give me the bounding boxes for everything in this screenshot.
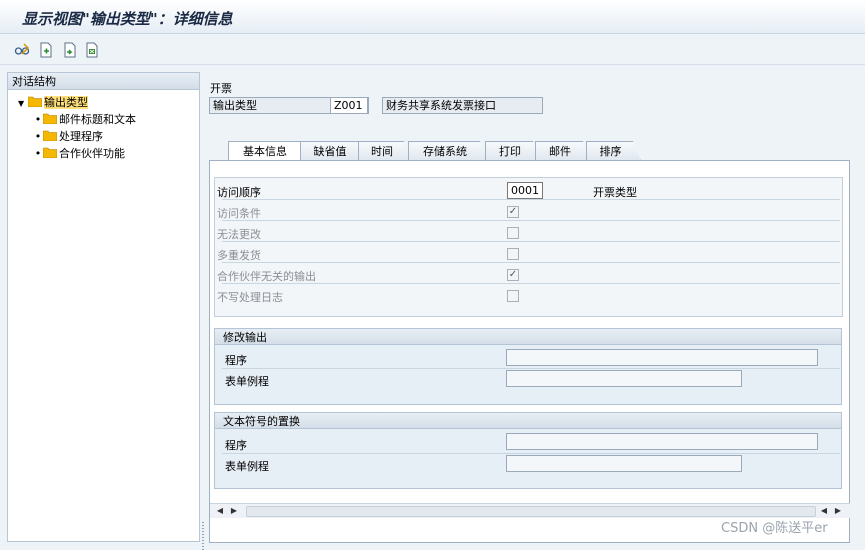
replace-program-field[interactable] <box>506 433 818 450</box>
glasses-toggle-icon[interactable] <box>14 42 30 58</box>
tab-storage-system[interactable]: 存储系统 <box>408 141 488 161</box>
watermark: CSDN @陈送平er <box>721 521 828 536</box>
horizontal-scrollbar[interactable]: ◀ ▶ ◀ ▶ <box>210 503 850 518</box>
access-condition-label: 访问条件 <box>217 207 261 220</box>
new-entries-icon[interactable] <box>38 42 54 58</box>
tree-item-label: 邮件标题和文本 <box>59 113 136 126</box>
folder-icon <box>43 130 57 141</box>
copy-icon[interactable] <box>62 42 78 58</box>
multiple-issuing-checkbox[interactable] <box>507 248 519 260</box>
expand-triangle-icon[interactable]: ▼ <box>18 96 28 112</box>
no-processing-log-label: 不写处理日志 <box>217 291 283 304</box>
pane-splitter[interactable] <box>201 72 206 550</box>
modify-form-routine-field[interactable] <box>506 370 742 387</box>
access-sequence-field[interactable]: 0001 <box>507 182 543 199</box>
modify-output-group-header: 修改输出 <box>214 328 842 345</box>
output-type-description: 财务共享系统发票接口 <box>382 97 543 114</box>
modify-program-field[interactable] <box>506 349 818 366</box>
cannot-change-label: 无法更改 <box>217 228 261 241</box>
access-condition-checkbox[interactable]: ✓ <box>507 206 519 218</box>
scroll-right-first-icon[interactable]: ◀ <box>818 505 830 517</box>
tree-item-output-type[interactable]: ▼ 输出类型 <box>18 95 88 111</box>
modify-program-label: 程序 <box>225 354 247 367</box>
multiple-issuing-label: 多重发货 <box>217 249 261 262</box>
output-type-label: 输出类型 <box>213 99 257 112</box>
partner-independent-output-checkbox[interactable]: ✓ <box>507 269 519 281</box>
application-toolbar <box>0 35 865 65</box>
tab-print[interactable]: 打印 <box>485 141 541 161</box>
tree-item-mail-title[interactable]: • 邮件标题和文本 <box>33 112 136 128</box>
no-processing-log-checkbox[interactable] <box>507 290 519 302</box>
folder-open-icon <box>28 96 42 107</box>
scrollbar-thumb[interactable] <box>246 506 816 517</box>
tab-mail[interactable]: 邮件 <box>535 141 591 161</box>
tree-item-processing-routines[interactable]: • 处理程序 <box>33 129 103 145</box>
tree-item-label: 合作伙伴功能 <box>59 147 125 160</box>
window-title: 显示视图"输出类型"：详细信息 <box>22 10 233 28</box>
tab-time[interactable]: 时间 <box>358 141 412 161</box>
scroll-right-icon[interactable]: ▶ <box>832 505 844 517</box>
partner-independent-output-label: 合作伙伴无关的输出 <box>217 270 316 283</box>
replace-form-routine-label: 表单例程 <box>225 460 269 473</box>
access-sequence-label: 访问顺序 <box>217 186 261 199</box>
tree-item-label: 输出类型 <box>44 96 88 109</box>
cannot-change-checkbox[interactable] <box>507 227 519 239</box>
modify-form-routine-label: 表单例程 <box>225 375 269 388</box>
scroll-left-first-icon[interactable]: ◀ <box>214 505 226 517</box>
title-bar: 显示视图"输出类型"：详细信息 <box>0 0 865 34</box>
folder-icon <box>43 147 57 158</box>
delete-icon[interactable] <box>84 42 100 58</box>
output-type-field[interactable]: Z001 <box>330 97 368 114</box>
access-sequence-description: 开票类型 <box>593 186 637 199</box>
text-replace-group-header: 文本符号的置换 <box>214 412 842 429</box>
dialog-structure-header: 对话结构 <box>8 73 199 90</box>
replace-form-routine-field[interactable] <box>506 455 742 472</box>
tab-sort[interactable]: 排序 <box>586 141 641 161</box>
tab-default-values[interactable]: 缺省值 <box>300 141 366 161</box>
replace-program-label: 程序 <box>225 439 247 452</box>
tree-item-label: 处理程序 <box>59 130 103 143</box>
scroll-left-icon[interactable]: ▶ <box>228 505 240 517</box>
tree-item-partner-functions[interactable]: • 合作伙伴功能 <box>33 146 125 162</box>
application-label: 开票 <box>210 82 232 95</box>
tab-basic-data[interactable]: 基本信息 <box>228 141 308 162</box>
folder-icon <box>43 113 57 124</box>
